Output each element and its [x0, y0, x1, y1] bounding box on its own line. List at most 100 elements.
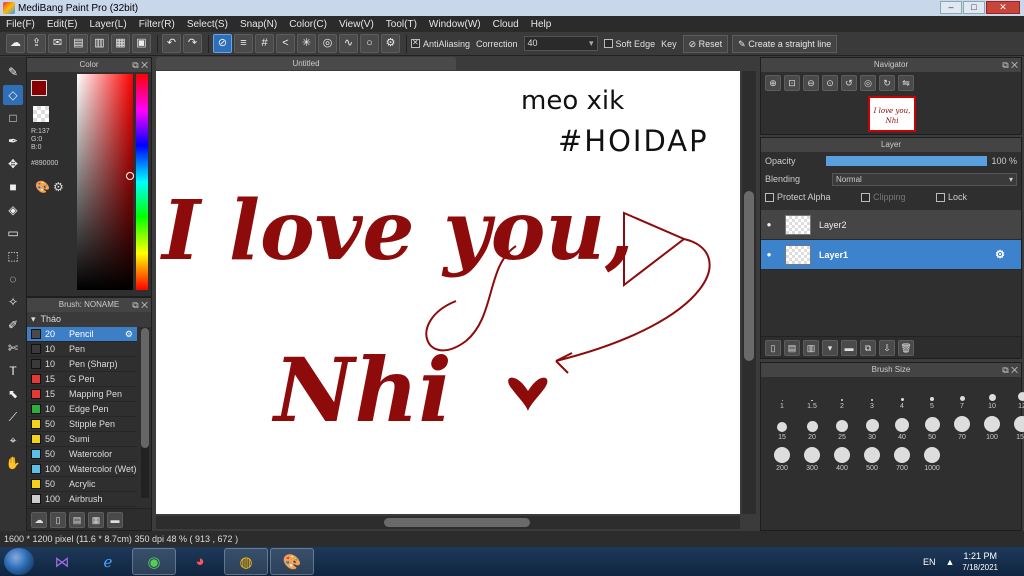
- menu-view[interactable]: View(V): [333, 19, 380, 30]
- protect-alpha-checkbox[interactable]: [765, 193, 774, 203]
- divide-tool-icon[interactable]: ⟋: [3, 407, 23, 427]
- select-eraser-icon[interactable]: ✄: [3, 338, 23, 358]
- redo-icon[interactable]: ↷: [183, 34, 202, 53]
- soft-edge-checkbox[interactable]: [603, 39, 613, 48]
- brush-list-scrollbar[interactable]: [141, 328, 149, 448]
- layer-folder-icon[interactable]: ▬: [841, 339, 857, 356]
- fit-window-icon[interactable]: ⊡: [784, 75, 800, 91]
- merge-layer-icon[interactable]: ⇩: [879, 339, 895, 356]
- ellipse-snap-icon[interactable]: ○: [360, 34, 379, 53]
- zoom-in-icon[interactable]: ⊕: [765, 75, 781, 91]
- menu-edit[interactable]: Edit(E): [41, 19, 84, 30]
- straight-line-button[interactable]: ✎ Create a straight line: [732, 34, 838, 53]
- brush-row[interactable]: 100 Airbrush: [27, 492, 137, 507]
- brush-row[interactable]: 100 Watercolor (Wet): [27, 462, 137, 477]
- flip-icon[interactable]: ⇋: [898, 75, 914, 91]
- layer-row-layer2[interactable]: ● Layer2: [761, 210, 1021, 240]
- delete-layer-icon[interactable]: 🗑: [898, 339, 914, 356]
- brush-row[interactable]: 50 Stipple Pen: [27, 417, 137, 432]
- brush-size-option[interactable]: 12: [1007, 383, 1024, 410]
- coccoc-browser-icon[interactable]: ◉: [132, 548, 176, 575]
- brush-settings-gear-icon[interactable]: ⚙: [125, 329, 133, 340]
- document-tab[interactable]: Untitled: [156, 57, 456, 70]
- brush-row[interactable]: 50 Acrylic: [27, 477, 137, 492]
- comment-icon[interactable]: ✉: [48, 34, 67, 53]
- brush-size-option[interactable]: 1000: [917, 445, 947, 472]
- brush-size-option[interactable]: 150: [1007, 414, 1024, 441]
- magic-wand-icon[interactable]: ✧: [3, 292, 23, 312]
- frame-icon[interactable]: ▣: [132, 34, 151, 53]
- brush-row[interactable]: 15 Mapping Pen: [27, 387, 137, 402]
- brush-row[interactable]: 10 Pen: [27, 342, 137, 357]
- menu-select[interactable]: Select(S): [181, 19, 234, 30]
- brush-size-option[interactable]: 20: [797, 414, 827, 441]
- language-indicator[interactable]: EN: [923, 557, 936, 567]
- brush-size-option[interactable]: 500: [857, 445, 887, 472]
- brush-property-icon[interactable]: ▦: [88, 511, 104, 528]
- new-layer-icon[interactable]: ▯: [765, 339, 781, 356]
- panel-controls-icon[interactable]: ⧉ ✕: [132, 298, 148, 312]
- color-settings-icon[interactable]: ⚙: [53, 180, 64, 194]
- menu-color[interactable]: Color(C): [283, 19, 333, 30]
- grid-icon[interactable]: ▦: [111, 34, 130, 53]
- brush-size-option[interactable]: 4: [887, 383, 917, 410]
- cloud-icon[interactable]: ☁: [6, 34, 25, 53]
- brush-size-option[interactable]: 400: [827, 445, 857, 472]
- brush-row[interactable]: 10 Pen (Sharp): [27, 357, 137, 372]
- visual-studio-icon[interactable]: ⋈: [40, 548, 84, 575]
- bucket-tool-icon[interactable]: ◈: [3, 200, 23, 220]
- duplicate-layer-icon[interactable]: ⧉: [860, 339, 876, 356]
- circle-snap-icon[interactable]: ◎: [318, 34, 337, 53]
- page-icon[interactable]: ▥: [90, 34, 109, 53]
- rotate-reset-icon[interactable]: ◎: [860, 75, 876, 91]
- layer-row-layer1[interactable]: ● Layer1 ⚙: [761, 240, 1021, 270]
- lock-checkbox[interactable]: [935, 193, 945, 203]
- brush-size-option[interactable]: 200: [767, 445, 797, 472]
- new-brush-icon[interactable]: ▯: [50, 511, 66, 528]
- panel-controls-icon[interactable]: ⧉ ✕: [1002, 363, 1018, 377]
- select-tool-icon[interactable]: ⬚: [3, 246, 23, 266]
- menu-file[interactable]: File(F): [0, 19, 41, 30]
- brush-size-option[interactable]: 7: [947, 383, 977, 410]
- snap-settings-gear-icon[interactable]: ⚙: [381, 34, 400, 53]
- menu-layer[interactable]: Layer(L): [83, 19, 132, 30]
- maximize-button[interactable]: □: [963, 1, 985, 14]
- menu-filter[interactable]: Filter(R): [133, 19, 181, 30]
- saturation-value-picker[interactable]: [77, 74, 133, 290]
- brush-size-option[interactable]: 1: [767, 383, 797, 410]
- curve-snap-icon[interactable]: ∿: [339, 34, 358, 53]
- brush-size-option[interactable]: 70: [947, 414, 977, 441]
- brush-size-option[interactable]: 10: [977, 383, 1007, 410]
- operation-tool-icon[interactable]: ⬉: [3, 384, 23, 404]
- brush-row[interactable]: 20 Pencil ⚙: [27, 327, 137, 342]
- eraser-tool-icon[interactable]: ◇: [3, 85, 23, 105]
- blending-dropdown[interactable]: Normal: [832, 172, 1017, 186]
- brush-row[interactable]: 50 Sumi: [27, 432, 137, 447]
- vanishing-point-icon[interactable]: <: [276, 34, 295, 53]
- new-8bit-layer-icon[interactable]: ▥: [803, 339, 819, 356]
- add-brush-icon[interactable]: ▤: [69, 511, 85, 528]
- folder-icon[interactable]: ▬: [107, 511, 123, 528]
- actual-size-icon[interactable]: ⊙: [822, 75, 838, 91]
- brush-row[interactable]: 15 G Pen: [27, 372, 137, 387]
- visibility-eye-icon[interactable]: ●: [761, 220, 777, 229]
- brush-size-option[interactable]: 700: [887, 445, 917, 472]
- transparent-color-swatch[interactable]: [33, 106, 49, 122]
- correction-dropdown[interactable]: 40: [523, 36, 598, 51]
- brush-size-option[interactable]: 3: [857, 383, 887, 410]
- opacity-slider[interactable]: [825, 156, 988, 166]
- pen-curve-icon[interactable]: ✒: [3, 131, 23, 151]
- brush-size-option[interactable]: 40: [887, 414, 917, 441]
- new-halftone-layer-icon[interactable]: ▤: [784, 339, 800, 356]
- text-tool-icon[interactable]: T: [3, 361, 23, 381]
- gradient-tool-icon[interactable]: ▭: [3, 223, 23, 243]
- brush-row[interactable]: 10 Edge Pen: [27, 402, 137, 417]
- brush-size-option[interactable]: 2: [827, 383, 857, 410]
- rotate-left-icon[interactable]: ↺: [841, 75, 857, 91]
- close-button[interactable]: ✕: [986, 1, 1020, 14]
- brush-size-option[interactable]: 50: [917, 414, 947, 441]
- snap-off-icon[interactable]: ⊘: [213, 34, 232, 53]
- brush-group-header[interactable]: ▾ Tháo: [27, 312, 151, 327]
- canvas-vertical-scrollbar[interactable]: [742, 71, 756, 514]
- move-tool-icon[interactable]: ✥: [3, 154, 23, 174]
